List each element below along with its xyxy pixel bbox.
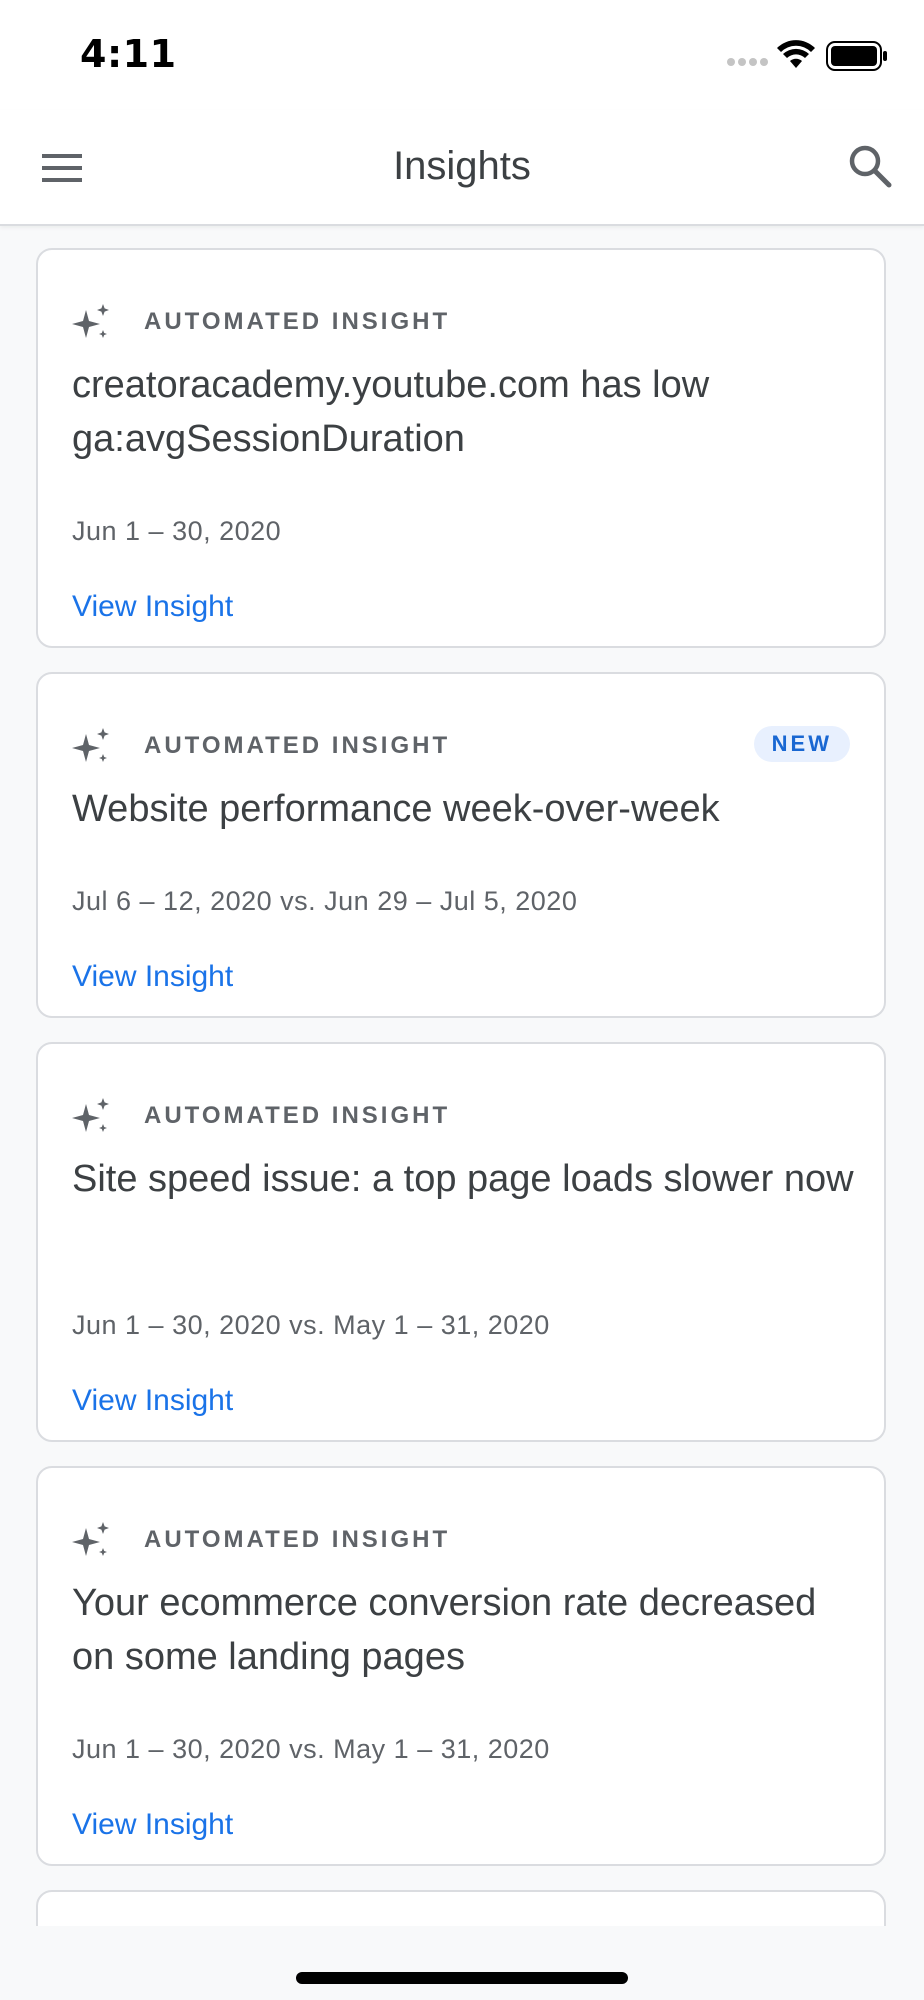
battery-icon [826, 41, 887, 71]
card-header: AUTOMATED INSIGHT [72, 1518, 850, 1562]
card-label: AUTOMATED INSIGHT [144, 732, 451, 759]
card-header: AUTOMATED INSIGHT [72, 1094, 850, 1138]
insight-card[interactable]: AUTOMATED INSIGHT creatoracademy.youtube… [36, 248, 886, 648]
card-title: creatoracademy.youtube.com has low ga:av… [72, 364, 710, 460]
insight-card[interactable]: AUTOMATED INSIGHT Site speed issue: a to… [36, 1042, 886, 1442]
view-insight-link[interactable]: View Insight [72, 590, 233, 624]
insight-card[interactable]: AUTOMATED INSIGHT NEW Website performanc… [36, 672, 886, 1018]
card-header: AUTOMATED INSIGHT [72, 300, 850, 344]
card-title: Site speed issue: a top page loads slowe… [72, 1158, 854, 1200]
sparkle-icon [72, 304, 109, 338]
status-time: 4:11 [80, 32, 177, 76]
status-bar: 4:11 [0, 0, 924, 110]
app-bar: Insights [0, 110, 924, 226]
card-label: AUTOMATED INSIGHT [144, 308, 451, 335]
insights-list: AUTOMATED INSIGHT creatoracademy.youtube… [0, 226, 924, 1926]
wifi-icon [777, 40, 815, 68]
card-title: Your ecommerce conversion rate decreased… [72, 1582, 817, 1678]
card-title: Website performance week-over-week [72, 788, 720, 830]
sparkle-icon [72, 1522, 109, 1556]
sparkle-icon [72, 728, 109, 762]
view-insight-link[interactable]: View Insight [72, 1384, 233, 1418]
new-badge: NEW [753, 726, 850, 762]
card-date: Jul 6 – 12, 2020 vs. Jun 29 – Jul 5, 202… [72, 886, 578, 916]
view-insight-link[interactable]: View Insight [72, 1808, 233, 1842]
card-date: Jun 1 – 30, 2020 vs. May 1 – 31, 2020 [72, 1310, 550, 1340]
search-icon[interactable] [846, 142, 894, 190]
view-insight-link[interactable]: View Insight [72, 960, 233, 994]
card-label: AUTOMATED INSIGHT [144, 1102, 451, 1129]
page-title: Insights [393, 144, 531, 188]
sparkle-icon [72, 1098, 109, 1132]
insight-card[interactable] [36, 1890, 886, 1926]
card-date: Jun 1 – 30, 2020 [72, 516, 282, 546]
insight-card[interactable]: AUTOMATED INSIGHT Your ecommerce convers… [36, 1466, 886, 1866]
card-header: AUTOMATED INSIGHT NEW [72, 724, 850, 768]
card-date: Jun 1 – 30, 2020 vs. May 1 – 31, 2020 [72, 1734, 550, 1764]
cellular-signal-icon [727, 58, 768, 66]
home-indicator [296, 1972, 628, 1984]
card-label: AUTOMATED INSIGHT [144, 1526, 451, 1553]
